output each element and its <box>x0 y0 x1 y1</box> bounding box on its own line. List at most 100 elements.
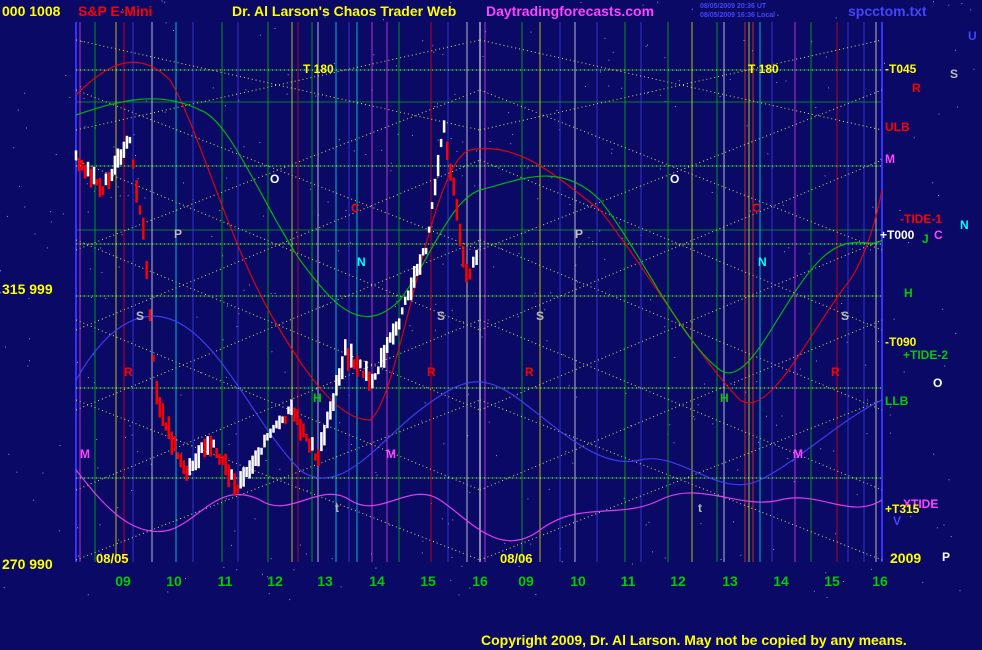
star-dot <box>767 153 769 155</box>
star-dot <box>55 154 57 156</box>
hour-label: 12 <box>267 573 283 589</box>
star-dot <box>230 147 232 149</box>
r-marker: R <box>124 365 133 379</box>
star-dot <box>784 251 786 253</box>
star-dot <box>813 590 815 592</box>
star-dot <box>938 195 939 196</box>
star-dot <box>83 97 85 99</box>
hour-label: 14 <box>369 573 385 589</box>
star-dot <box>481 336 483 338</box>
star-dot <box>353 150 355 152</box>
star-dot <box>959 590 961 592</box>
star-dot <box>777 14 779 16</box>
star-dot <box>719 96 721 98</box>
star-dot <box>737 469 739 471</box>
star-dot <box>5 346 6 348</box>
star-dot <box>396 300 398 302</box>
t000-label: +T000 <box>880 228 915 242</box>
star-dot <box>944 365 946 367</box>
star-dot <box>164 1 166 3</box>
star-dot <box>59 444 61 446</box>
star-dot <box>568 385 570 387</box>
star-dot <box>474 185 476 187</box>
star-dot <box>24 92 25 94</box>
star-dot <box>749 210 751 212</box>
star-dot <box>562 354 564 356</box>
star-dot <box>645 524 647 526</box>
star-dot <box>957 106 959 108</box>
star-dot <box>333 62 335 64</box>
s-marker: S <box>536 309 544 323</box>
star-dot <box>787 458 789 460</box>
star-dot <box>669 424 671 426</box>
r-marker: R <box>831 365 840 379</box>
star-dot <box>659 94 661 96</box>
star-dot <box>461 565 463 567</box>
star-dot <box>249 284 250 286</box>
star-dot <box>78 555 80 557</box>
star-dot <box>0 270 1 272</box>
star-dot <box>87 594 89 596</box>
star-dot <box>608 59 610 61</box>
star-dot <box>263 215 265 217</box>
star-dot <box>268 593 270 595</box>
star-dot <box>144 197 146 199</box>
tide2-label: +TIDE-2 <box>903 348 948 362</box>
star-dot <box>29 360 30 362</box>
star-dot <box>647 92 648 94</box>
llb-label: LLB <box>885 394 909 408</box>
star-dot <box>835 17 837 19</box>
stamp-ut: 08/05/2009 20:36 UT <box>700 3 767 10</box>
p-marker: P <box>174 227 182 241</box>
m-marker: M <box>80 447 90 461</box>
star-dot <box>113 146 115 148</box>
star-dot <box>397 133 399 135</box>
star-dot <box>345 210 347 211</box>
star-dot <box>117 507 119 509</box>
star-dot <box>833 450 835 452</box>
star-dot <box>86 183 88 185</box>
star-dot <box>489 141 491 142</box>
t090-label: -T090 <box>885 335 917 349</box>
m-label: M <box>885 152 895 166</box>
star-dot <box>259 142 261 143</box>
star-dot <box>776 82 778 83</box>
t-marker: t <box>698 501 702 515</box>
star-dot <box>133 134 135 136</box>
star-dot <box>647 44 648 46</box>
star-dot <box>137 451 139 453</box>
star-dot <box>691 8 693 10</box>
star-dot <box>828 87 830 89</box>
star-dot <box>611 152 613 154</box>
t-marker: t <box>335 501 339 515</box>
star-dot <box>569 204 571 205</box>
star-dot <box>183 182 184 184</box>
star-dot <box>469 491 471 493</box>
star-dot <box>504 542 506 544</box>
star-dot <box>396 65 398 67</box>
star-dot <box>411 330 413 332</box>
star-dot <box>137 178 139 180</box>
star-dot <box>28 298 30 300</box>
stamp-local: 08/05/2009 16:36 Local <box>700 12 775 19</box>
star-dot <box>6 215 8 217</box>
star-dot <box>299 544 301 546</box>
star-dot <box>327 201 329 203</box>
star-dot <box>938 113 940 115</box>
star-dot <box>743 40 745 41</box>
star-dot <box>652 551 653 553</box>
star-dot <box>878 341 879 343</box>
star-dot <box>422 40 424 42</box>
star-dot <box>866 433 868 435</box>
star-dot <box>287 74 289 76</box>
star-dot <box>211 236 213 238</box>
star-dot <box>880 158 882 160</box>
star-dot <box>697 404 699 406</box>
star-dot <box>551 177 553 179</box>
star-dot <box>565 451 567 453</box>
star-dot <box>101 272 103 274</box>
star-dot <box>0 292 2 294</box>
star-dot <box>530 543 532 545</box>
star-dot <box>50 221 52 223</box>
star-dot <box>197 436 199 438</box>
